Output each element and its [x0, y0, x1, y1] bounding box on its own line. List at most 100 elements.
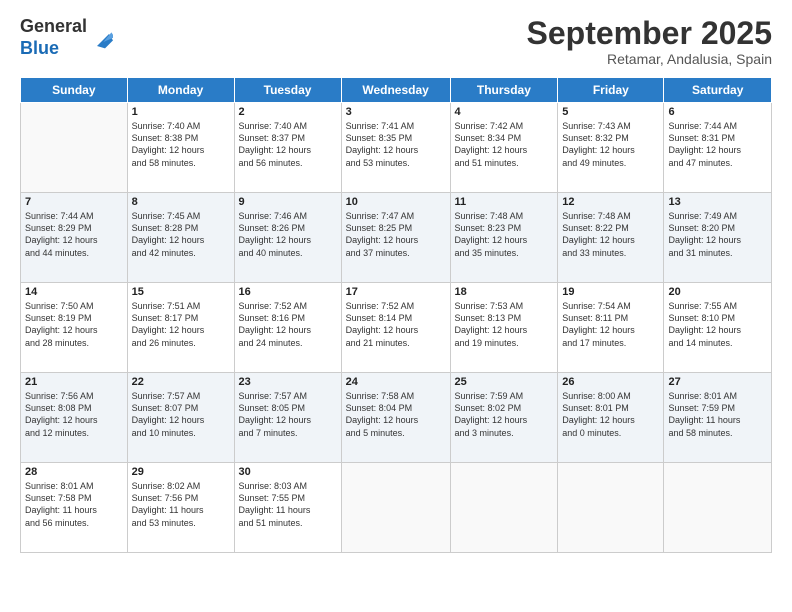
weekday-header-tuesday: Tuesday	[234, 78, 341, 103]
day-number: 6	[668, 106, 767, 118]
day-number: 5	[562, 106, 659, 118]
calendar-cell: 5 Sunrise: 7:43 AMSunset: 8:32 PMDaylight…	[558, 103, 664, 193]
day-number: 13	[668, 196, 767, 208]
calendar-cell: 2Sunrise: 7:40 AMSunset: 8:37 PMDaylight…	[234, 103, 341, 193]
calendar-cell: 1Sunrise: 7:40 AMSunset: 8:38 PMDaylight…	[127, 103, 234, 193]
calendar-cell: 29 Sunrise: 8:02 AMSunset: 7:56 PMDayligh…	[127, 463, 234, 553]
month-title: September 2025	[527, 16, 772, 51]
day-number: 27	[668, 376, 767, 388]
day-info: Sunrise: 7:45 AMSunset: 8:28 PMDaylight:…	[132, 210, 230, 259]
day-info: Sunrise: 7:44 AMSunset: 8:29 PMDaylight:…	[25, 210, 123, 259]
day-number: 4	[455, 106, 554, 118]
day-info: Sunrise: 7:50 AMSunset: 8:19 PMDaylight:…	[25, 300, 123, 349]
calendar-cell: 7Sunrise: 7:44 AMSunset: 8:29 PMDaylight…	[21, 193, 128, 283]
day-info: Sunrise: 8:02 AMSunset: 7:56 PMDaylight:…	[132, 480, 230, 529]
calendar-cell: 6 Sunrise: 7:44 AMSunset: 8:31 PMDaylight…	[664, 103, 772, 193]
day-number: 16	[239, 286, 337, 298]
day-number: 14	[25, 286, 123, 298]
day-info: Sunrise: 7:57 AMSunset: 8:07 PMDaylight:…	[132, 390, 230, 439]
calendar-cell: 19 Sunrise: 7:54 AMSunset: 8:11 PMDayligh…	[558, 283, 664, 373]
day-number: 20	[668, 286, 767, 298]
calendar-cell: 22Sunrise: 7:57 AMSunset: 8:07 PMDayligh…	[127, 373, 234, 463]
calendar-cell	[558, 463, 664, 553]
day-info: Sunrise: 7:57 AMSunset: 8:05 PMDaylight:…	[239, 390, 337, 439]
day-info: Sunrise: 7:41 AMSunset: 8:35 PMDaylight:…	[346, 120, 446, 169]
logo-blue: Blue	[20, 38, 87, 60]
calendar-cell	[21, 103, 128, 193]
day-number: 28	[25, 466, 123, 478]
weekday-header-friday: Friday	[558, 78, 664, 103]
day-info: Sunrise: 7:44 AMSunset: 8:31 PMDaylight:…	[668, 120, 767, 169]
day-info: Sunrise: 7:43 AMSunset: 8:32 PMDaylight:…	[562, 120, 659, 169]
calendar-cell: 17 Sunrise: 7:52 AMSunset: 8:14 PMDayligh…	[341, 283, 450, 373]
calendar-cell: 9 Sunrise: 7:46 AMSunset: 8:26 PMDaylight…	[234, 193, 341, 283]
calendar-cell: 28 Sunrise: 8:01 AMSunset: 7:58 PMDayligh…	[21, 463, 128, 553]
calendar-cell: 25 Sunrise: 7:59 AMSunset: 8:02 PMDayligh…	[450, 373, 558, 463]
day-info: Sunrise: 7:47 AMSunset: 8:25 PMDaylight:…	[346, 210, 446, 259]
calendar-cell: 13 Sunrise: 7:49 AMSunset: 8:20 PMDayligh…	[664, 193, 772, 283]
calendar-cell: 8 Sunrise: 7:45 AMSunset: 8:28 PMDaylight…	[127, 193, 234, 283]
location-subtitle: Retamar, Andalusia, Spain	[527, 51, 772, 67]
day-info: Sunrise: 7:56 AMSunset: 8:08 PMDaylight:…	[25, 390, 123, 439]
day-number: 21	[25, 376, 123, 388]
weekday-header-wednesday: Wednesday	[341, 78, 450, 103]
calendar-cell: 24 Sunrise: 7:58 AMSunset: 8:04 PMDayligh…	[341, 373, 450, 463]
weekday-header-thursday: Thursday	[450, 78, 558, 103]
day-info: Sunrise: 8:00 AMSunset: 8:01 PMDaylight:…	[562, 390, 659, 439]
day-info: Sunrise: 7:52 AMSunset: 8:16 PMDaylight:…	[239, 300, 337, 349]
day-number: 11	[455, 196, 554, 208]
day-number: 30	[239, 466, 337, 478]
day-info: Sunrise: 7:55 AMSunset: 8:10 PMDaylight:…	[668, 300, 767, 349]
day-info: Sunrise: 7:42 AMSunset: 8:34 PMDaylight:…	[455, 120, 554, 169]
calendar-cell	[341, 463, 450, 553]
weekday-header-monday: Monday	[127, 78, 234, 103]
calendar-cell: 12 Sunrise: 7:48 AMSunset: 8:22 PMDayligh…	[558, 193, 664, 283]
calendar-cell	[450, 463, 558, 553]
day-number: 15	[132, 286, 230, 298]
day-number: 19	[562, 286, 659, 298]
day-number: 12	[562, 196, 659, 208]
day-info: Sunrise: 7:53 AMSunset: 8:13 PMDaylight:…	[455, 300, 554, 349]
day-number: 18	[455, 286, 554, 298]
day-number: 29	[132, 466, 230, 478]
weekday-header-saturday: Saturday	[664, 78, 772, 103]
day-info: Sunrise: 7:58 AMSunset: 8:04 PMDaylight:…	[346, 390, 446, 439]
day-info: Sunrise: 7:48 AMSunset: 8:22 PMDaylight:…	[562, 210, 659, 259]
day-info: Sunrise: 8:01 AMSunset: 7:58 PMDaylight:…	[25, 480, 123, 529]
day-info: Sunrise: 7:46 AMSunset: 8:26 PMDaylight:…	[239, 210, 337, 259]
page-header: General Blue September 2025 Retamar, And…	[20, 16, 772, 67]
calendar-cell: 11 Sunrise: 7:48 AMSunset: 8:23 PMDayligh…	[450, 193, 558, 283]
calendar-cell: 21 Sunrise: 7:56 AMSunset: 8:08 PMDayligh…	[21, 373, 128, 463]
day-number: 17	[346, 286, 446, 298]
calendar-cell: 27 Sunrise: 8:01 AMSunset: 7:59 PMDayligh…	[664, 373, 772, 463]
day-number: 25	[455, 376, 554, 388]
day-info: Sunrise: 7:54 AMSunset: 8:11 PMDaylight:…	[562, 300, 659, 349]
day-number: 1	[132, 106, 230, 118]
day-info: Sunrise: 7:51 AMSunset: 8:17 PMDaylight:…	[132, 300, 230, 349]
calendar-cell: 10 Sunrise: 7:47 AMSunset: 8:25 PMDayligh…	[341, 193, 450, 283]
day-info: Sunrise: 8:01 AMSunset: 7:59 PMDaylight:…	[668, 390, 767, 439]
day-info: Sunrise: 8:03 AMSunset: 7:55 PMDaylight:…	[239, 480, 337, 529]
day-number: 26	[562, 376, 659, 388]
day-number: 23	[239, 376, 337, 388]
day-number: 2	[239, 106, 337, 118]
day-number: 24	[346, 376, 446, 388]
day-info: Sunrise: 7:48 AMSunset: 8:23 PMDaylight:…	[455, 210, 554, 259]
day-number: 8	[132, 196, 230, 208]
day-number: 9	[239, 196, 337, 208]
calendar-cell: 20 Sunrise: 7:55 AMSunset: 8:10 PMDayligh…	[664, 283, 772, 373]
calendar-cell: 30 Sunrise: 8:03 AMSunset: 7:55 PMDayligh…	[234, 463, 341, 553]
calendar-cell: 3 Sunrise: 7:41 AMSunset: 8:35 PMDaylight…	[341, 103, 450, 193]
day-info: Sunrise: 7:52 AMSunset: 8:14 PMDaylight:…	[346, 300, 446, 349]
calendar-cell: 18 Sunrise: 7:53 AMSunset: 8:13 PMDayligh…	[450, 283, 558, 373]
calendar-cell: 23 Sunrise: 7:57 AMSunset: 8:05 PMDayligh…	[234, 373, 341, 463]
calendar-cell: 15 Sunrise: 7:51 AMSunset: 8:17 PMDayligh…	[127, 283, 234, 373]
day-number: 3	[346, 106, 446, 118]
day-number: 10	[346, 196, 446, 208]
logo-general: General	[20, 16, 87, 38]
calendar-cell	[664, 463, 772, 553]
calendar-cell: 26 Sunrise: 8:00 AMSunset: 8:01 PMDayligh…	[558, 373, 664, 463]
day-info: Sunrise: 7:49 AMSunset: 8:20 PMDaylight:…	[668, 210, 767, 259]
weekday-header-sunday: Sunday	[21, 78, 128, 103]
day-info: Sunrise: 7:59 AMSunset: 8:02 PMDaylight:…	[455, 390, 554, 439]
